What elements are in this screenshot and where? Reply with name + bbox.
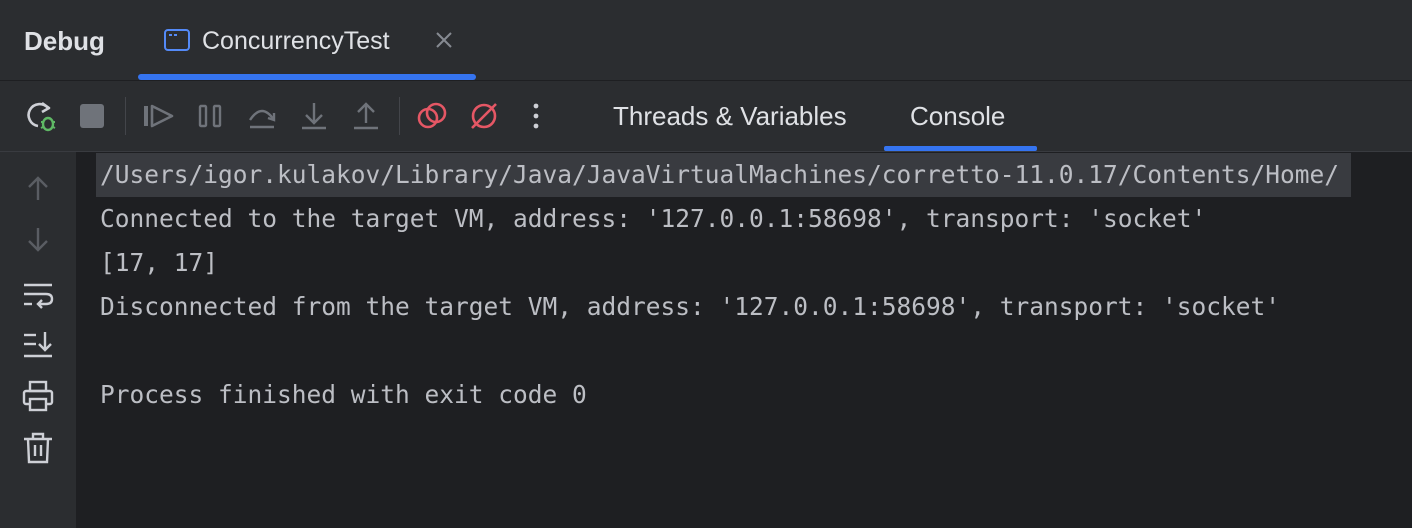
stop-icon xyxy=(80,104,104,128)
step-into-icon xyxy=(302,103,326,130)
step-over-icon xyxy=(249,109,276,129)
toolbar-separator xyxy=(399,97,400,135)
pause-button[interactable] xyxy=(192,98,228,134)
console-line: Connected to the target VM, address: '12… xyxy=(100,204,1207,233)
resume-icon xyxy=(144,104,174,128)
mute-breakpoints-button[interactable] xyxy=(466,98,502,134)
scroll-to-end-icon xyxy=(24,332,52,358)
scroll-to-end-button[interactable] xyxy=(20,326,56,362)
clear-all-button[interactable] xyxy=(20,430,56,466)
console-line: Disconnected from the target VM, address… xyxy=(100,292,1281,321)
mute-breakpoints-icon xyxy=(471,103,497,129)
console-line: [17, 17] xyxy=(100,248,219,277)
rerun-debug-button[interactable] xyxy=(22,98,58,134)
console-output[interactable]: /Users/igor.kulakov/Library/Java/JavaVir… xyxy=(76,152,1412,528)
trash-icon xyxy=(24,432,52,464)
resume-button[interactable] xyxy=(140,98,176,134)
tab-concurrency-test[interactable]: ConcurrencyTest xyxy=(138,0,476,80)
tab-title: ConcurrencyTest xyxy=(202,27,390,55)
more-button[interactable] xyxy=(518,98,554,134)
up-stack-button[interactable] xyxy=(20,170,56,206)
step-into-button[interactable] xyxy=(296,98,332,134)
tab-console[interactable]: Console xyxy=(910,81,1005,151)
active-tab-indicator xyxy=(138,74,476,80)
tool-window-header: Debug ConcurrencyTest xyxy=(0,0,1412,81)
arrow-down-icon xyxy=(28,228,48,252)
step-out-button[interactable] xyxy=(348,98,384,134)
console-side-toolbar xyxy=(0,152,76,528)
breakpoints-icon xyxy=(417,102,447,129)
debug-toolbar: Threads & Variables Console xyxy=(0,81,1412,152)
step-out-icon xyxy=(354,102,378,130)
arrow-up-icon xyxy=(28,176,48,200)
tab-threads-variables[interactable]: Threads & Variables xyxy=(613,81,847,151)
more-vertical-icon xyxy=(533,103,539,129)
close-icon[interactable] xyxy=(434,30,454,50)
down-stack-button[interactable] xyxy=(20,222,56,258)
soft-wrap-button[interactable] xyxy=(20,276,56,312)
console-line-command: /Users/igor.kulakov/Library/Java/JavaVir… xyxy=(96,153,1352,197)
toolbar-separator xyxy=(125,97,126,135)
printer-icon xyxy=(22,380,54,412)
stop-button[interactable] xyxy=(74,98,110,134)
active-subtab-indicator xyxy=(884,146,1037,151)
debug-tool-window: Debug ConcurrencyTest Threads & Variable… xyxy=(0,0,1412,528)
tool-window-title: Debug xyxy=(24,26,105,56)
rerun-bug-icon xyxy=(27,101,56,132)
view-breakpoints-button[interactable] xyxy=(414,98,450,134)
step-over-button[interactable] xyxy=(244,98,280,134)
pause-icon xyxy=(198,104,222,128)
soft-wrap-icon xyxy=(24,283,54,309)
print-button[interactable] xyxy=(20,378,56,414)
console-app-icon xyxy=(164,29,190,51)
console-line: Process finished with exit code 0 xyxy=(100,380,587,409)
